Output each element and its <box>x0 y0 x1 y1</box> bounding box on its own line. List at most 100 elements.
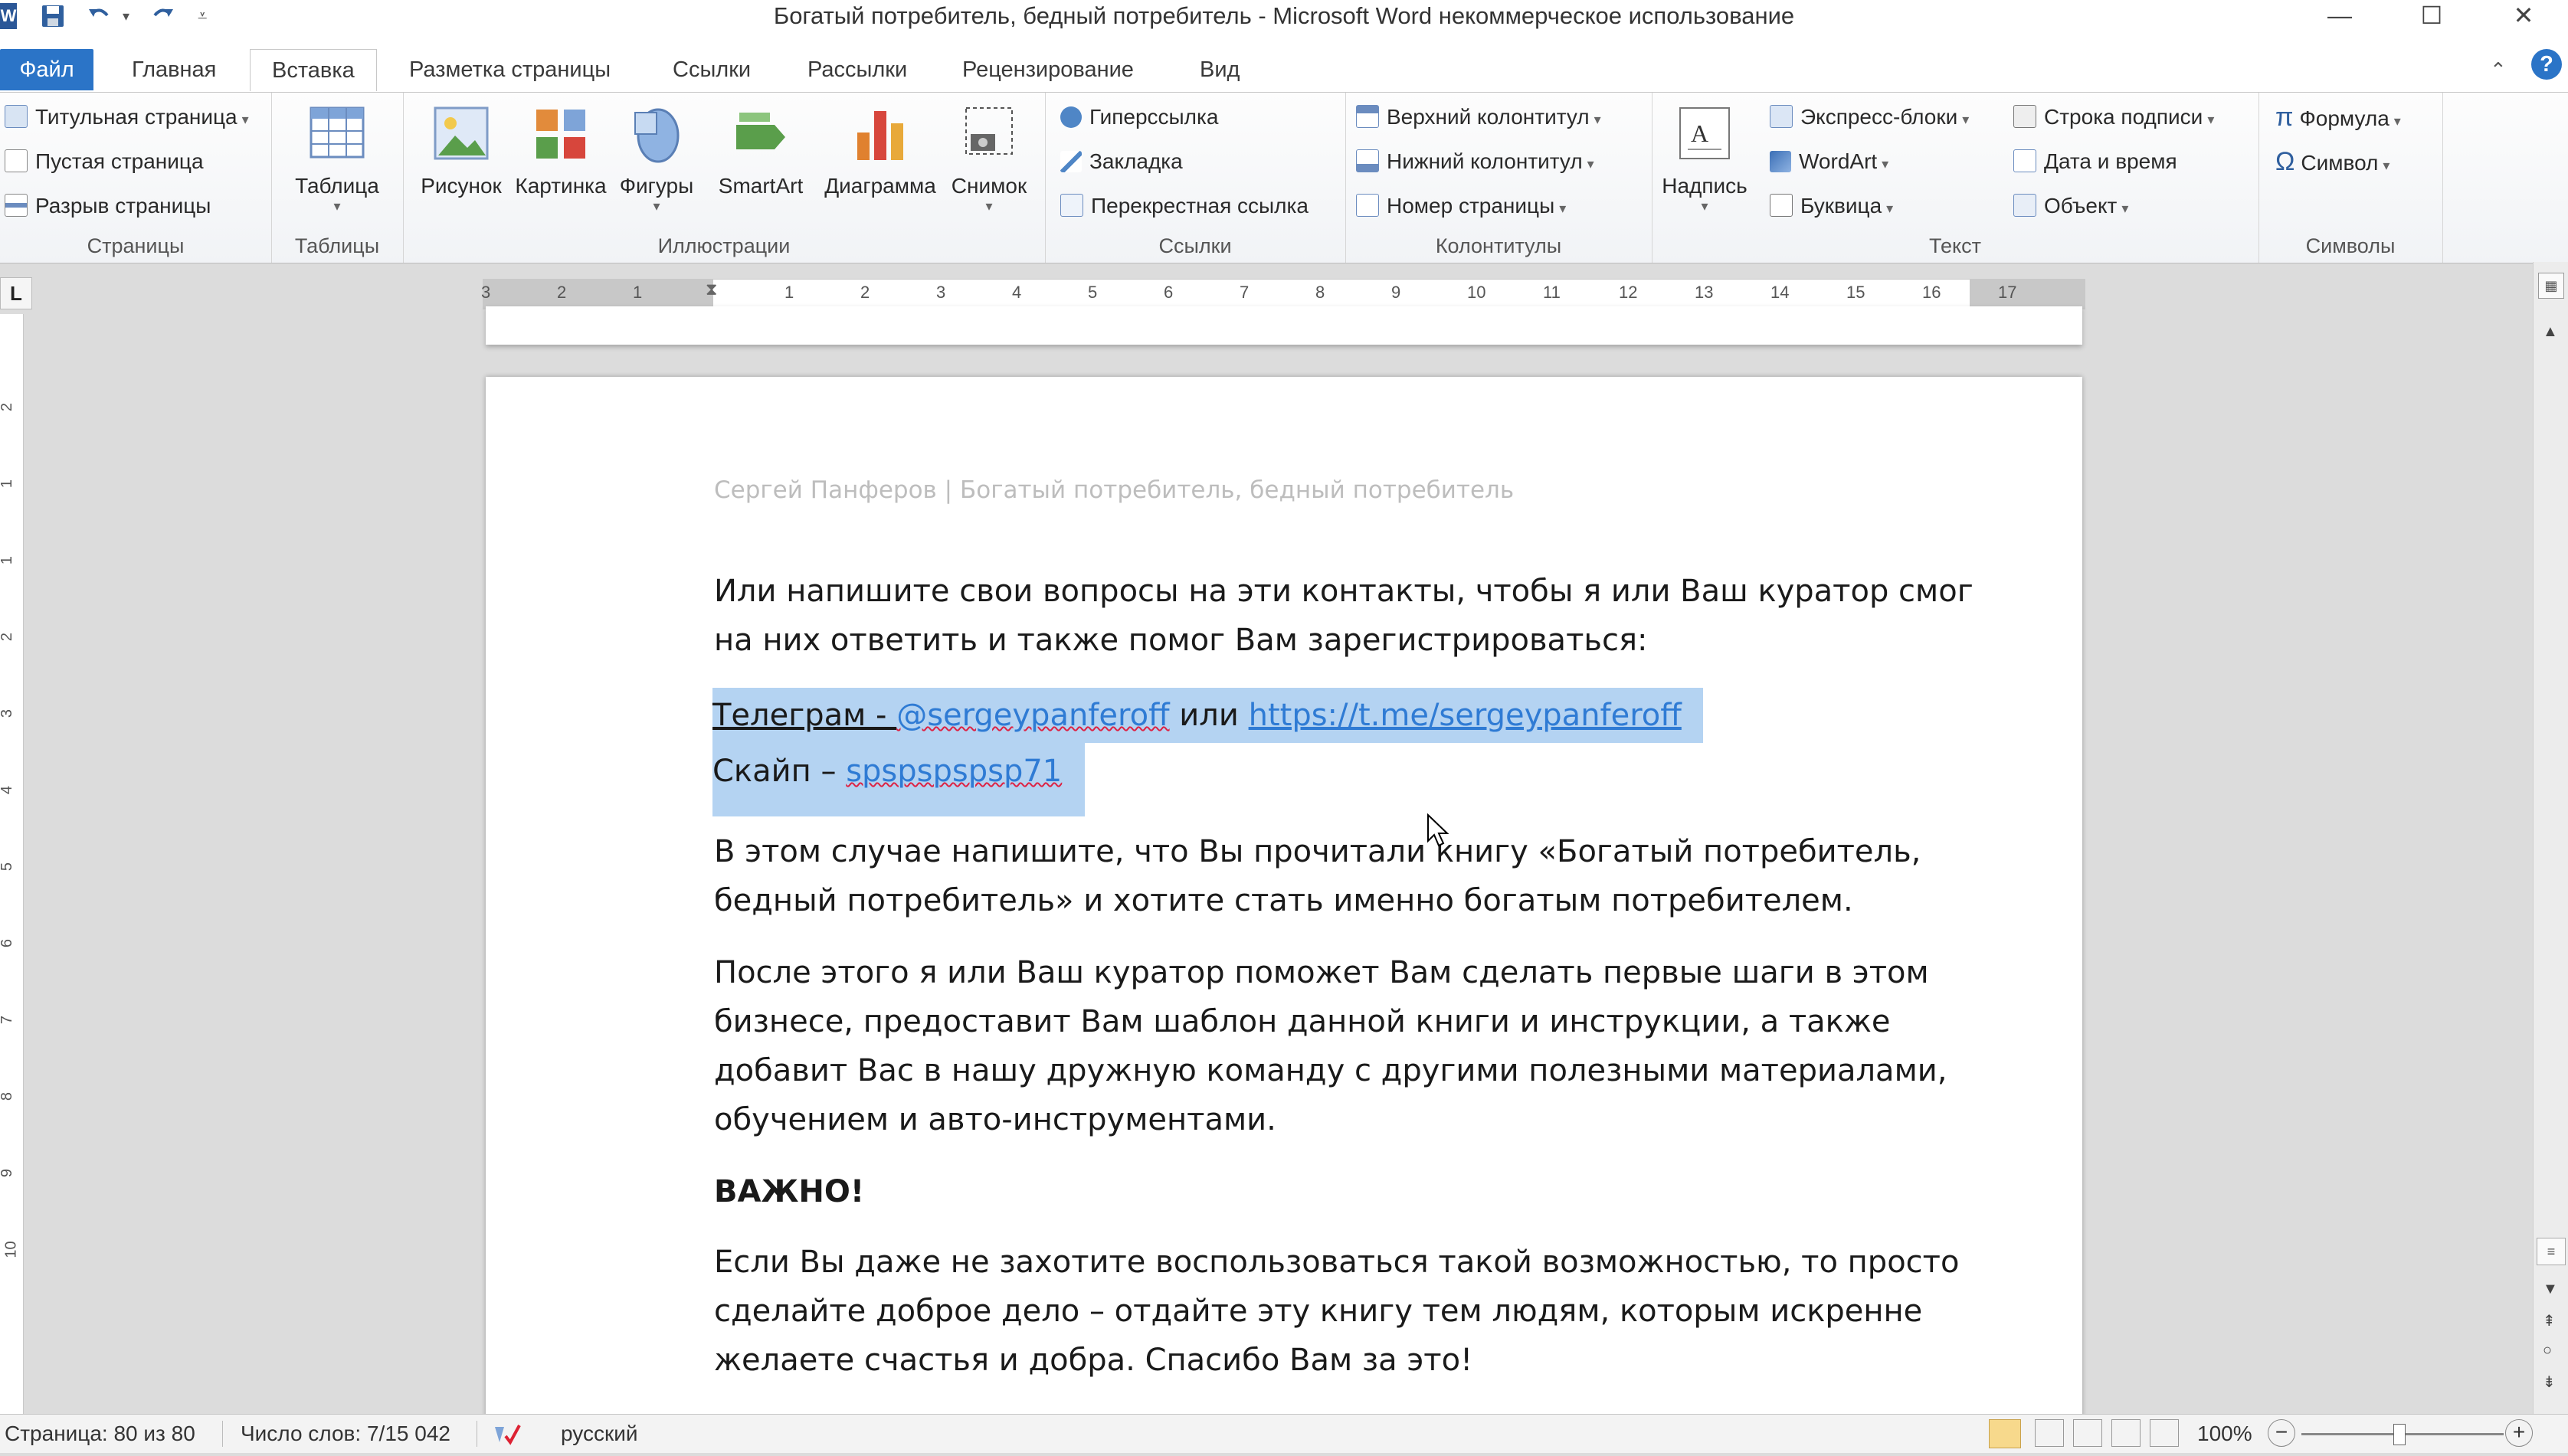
zoom-in-icon[interactable]: + <box>2505 1419 2533 1447</box>
ruler-tick-label: 9 <box>0 1168 16 1178</box>
horizontal-ruler[interactable]: 3 2 1 1 2 3 4 5 6 7 8 9 10 11 12 13 14 15 16 17 ⧗ <box>481 279 2085 309</box>
word-count-status[interactable]: Число слов: 7/15 042 <box>241 1419 450 1448</box>
tab-review[interactable]: Рецензирование <box>962 49 1134 90</box>
ribbon: Титульная страница ▾ Пустая страница Разр… <box>0 92 2568 263</box>
group-label-symbols: Символы <box>2305 234 2396 257</box>
zoom-out-icon[interactable]: − <box>2268 1419 2295 1447</box>
help-icon[interactable]: ? <box>2531 49 2562 80</box>
signature-line-button[interactable]: Строка подписи ▾ <box>2013 102 2214 135</box>
table-button[interactable]: Таблица ▾ <box>287 102 388 214</box>
cover-page-button[interactable]: Титульная страница ▾ <box>5 102 249 135</box>
smartart-button[interactable]: SmartArt <box>711 102 811 198</box>
collapse-ribbon-icon[interactable]: ⌃ <box>2490 49 2507 90</box>
group-symbols: π Формула ▾ Ω Символ ▾ Символы <box>2258 93 2443 263</box>
scroll-up-icon[interactable]: ▲ <box>2543 323 2558 341</box>
group-pages: Титульная страница ▾ Пустая страница Разр… <box>0 93 272 263</box>
running-header: Сергей Панферов | Богатый потребитель, б… <box>714 476 1515 504</box>
ruler-tick-label: 6 <box>1164 283 1174 302</box>
tab-selector-icon[interactable]: L <box>0 277 32 309</box>
tab-references[interactable]: Ссылки <box>673 49 751 90</box>
hyperlink-icon <box>1060 106 1082 128</box>
telegram-line[interactable]: Телеграм - @sergeypanferoff или https://… <box>712 688 1703 743</box>
telegram-handle-link[interactable]: @sergeypanferoff <box>896 698 1169 733</box>
tab-file[interactable]: Файл <box>0 49 93 90</box>
paragraph-line: желаете счастья и добра. Спасибо Вам за … <box>714 1343 1473 1378</box>
ruler-tick-label: 12 <box>1619 283 1638 302</box>
full-screen-reading-icon[interactable] <box>2035 1419 2064 1447</box>
ruler-tick-label: 10 <box>2 1241 20 1258</box>
page-count-status[interactable]: Страница: 80 из 80 <box>5 1419 195 1448</box>
ruler-tick-label: 2 <box>860 283 870 302</box>
status-bar: Страница: 80 из 80 Число слов: 7/15 042 … <box>0 1414 2568 1453</box>
skype-handle-link[interactable]: spspspspsp71 <box>846 754 1062 789</box>
group-label-pages: Страницы <box>87 234 185 257</box>
ruler-tick-label: 5 <box>0 862 16 872</box>
drop-cap-button[interactable]: Буквица ▾ <box>1770 191 1893 224</box>
skype-line[interactable]: Скайп – spspspspsp71 <box>712 743 1086 816</box>
bookmark-button[interactable]: Закладка <box>1060 146 1183 177</box>
bookmark-icon <box>1060 151 1082 172</box>
document-page[interactable]: Сергей Панферов | Богатый потребитель, б… <box>486 377 2082 1434</box>
picture-button[interactable]: Рисунок <box>414 102 509 198</box>
ruler-tick-label: 13 <box>1695 283 1714 302</box>
textbox-button[interactable]: A Надпись ▾ <box>1659 102 1750 214</box>
group-label-illustrations: Иллюстрации <box>657 234 791 257</box>
ruler-tick-label: 16 <box>1922 283 1941 302</box>
ruler-tick-label: 3 <box>0 708 16 718</box>
zoom-level[interactable]: 100% <box>2197 1419 2252 1448</box>
tab-mailings[interactable]: Рассылки <box>807 49 907 90</box>
clipart-button[interactable]: Картинка <box>512 102 610 198</box>
object-button[interactable]: Объект ▾ <box>2013 191 2128 224</box>
hyperlink-button[interactable]: Гиперссылка <box>1060 102 1218 133</box>
tab-home[interactable]: Главная <box>132 49 216 90</box>
tab-insert[interactable]: Вставка <box>250 49 377 91</box>
print-layout-view-icon[interactable] <box>1989 1419 2021 1448</box>
group-tables: Таблица ▾ Таблицы <box>271 93 404 263</box>
outline-view-icon[interactable] <box>2111 1419 2141 1447</box>
group-label-header-footer: Колонтитулы <box>1435 234 1562 257</box>
minimize-button[interactable]: — <box>2300 0 2380 32</box>
indent-marker-icon[interactable]: ⧗ <box>706 280 717 299</box>
telegram-url-link[interactable]: https://t.me/sergeypanferoff <box>1249 698 1682 733</box>
group-text: A Надпись ▾ Экспресс-блоки ▾ WordArt ▾ Бук… <box>1652 93 2259 263</box>
date-time-button[interactable]: Дата и время <box>2013 146 2177 177</box>
page-break-button[interactable]: Разрыв страницы <box>5 191 211 221</box>
maximize-button[interactable]: ☐ <box>2392 0 2471 32</box>
equation-button[interactable]: π Формула ▾ <box>2275 102 2401 136</box>
clipart-icon <box>532 102 590 166</box>
scroll-down-icon[interactable]: ▼ <box>2543 1281 2558 1298</box>
draft-view-icon[interactable] <box>2150 1419 2179 1447</box>
zoom-slider-thumb[interactable] <box>2393 1424 2406 1445</box>
date-time-icon <box>2013 149 2036 172</box>
previous-page-icon[interactable]: ⇞ <box>2543 1311 2556 1330</box>
symbol-button[interactable]: Ω Символ ▾ <box>2275 146 2389 181</box>
vertical-scrollbar[interactable]: ▦ ▲ ≡ ▼ ⇞ ○ ⇟ <box>2533 262 2568 1414</box>
footer-button[interactable]: Нижний колонтитул ▾ <box>1356 146 1594 179</box>
cross-reference-button[interactable]: Перекрестная ссылка <box>1060 191 1309 221</box>
paragraph-line: сделайте доброе дело – отдайте эту книгу… <box>714 1294 1923 1329</box>
browse-object-icon[interactable]: ○ <box>2543 1342 2552 1359</box>
shapes-button[interactable]: Фигуры ▾ <box>614 102 699 214</box>
header-button[interactable]: Верхний колонтитул ▾ <box>1356 102 1601 135</box>
wordart-button[interactable]: WordArt ▾ <box>1770 146 1888 179</box>
ruler-tick-label: 7 <box>0 1015 16 1025</box>
tab-page-layout[interactable]: Разметка страницы <box>409 49 611 90</box>
tab-view[interactable]: Вид <box>1200 49 1240 90</box>
chart-button[interactable]: Диаграмма <box>820 102 941 198</box>
ruler-toggle-icon[interactable]: ▦ <box>2538 273 2564 299</box>
language-status[interactable]: русский <box>561 1419 637 1448</box>
next-page-icon[interactable]: ⇟ <box>2543 1373 2556 1392</box>
web-layout-icon[interactable] <box>2073 1419 2102 1447</box>
close-button[interactable]: ✕ <box>2484 0 2563 32</box>
proofing-icon[interactable] <box>492 1419 522 1456</box>
signature-line-icon <box>2013 105 2036 128</box>
vertical-ruler[interactable]: 2 1 1 2 3 4 5 6 7 8 9 10 <box>0 314 24 1414</box>
page-number-button[interactable]: Номер страницы ▾ <box>1356 191 1566 224</box>
blank-page-button[interactable]: Пустая страница <box>5 146 204 177</box>
footer-icon <box>1356 149 1379 172</box>
quick-parts-button[interactable]: Экспресс-блоки ▾ <box>1770 102 1969 135</box>
ruler-tick-label: 6 <box>0 938 16 948</box>
scroll-thumb[interactable]: ≡ <box>2537 1238 2566 1265</box>
mouse-cursor-icon <box>1426 813 1449 851</box>
screenshot-button[interactable]: Снимок ▾ <box>944 102 1034 214</box>
